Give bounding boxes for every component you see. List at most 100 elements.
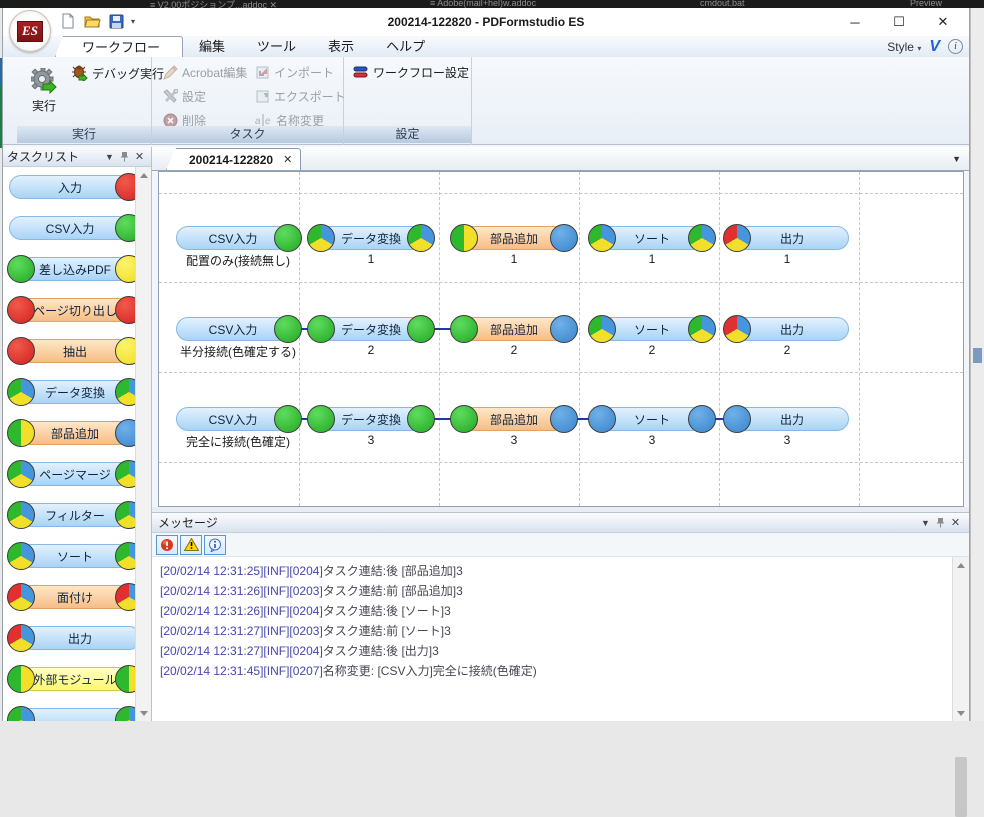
message-close-icon[interactable]: ✕ — [948, 515, 963, 530]
menu-tab-3[interactable]: 表示 — [312, 36, 370, 57]
app-menu-button[interactable]: ES — [9, 10, 51, 52]
tasklist-item-ソート[interactable]: ソート — [9, 543, 135, 569]
connector-left[interactable] — [450, 224, 478, 252]
connector-right[interactable] — [688, 405, 716, 433]
connector-right[interactable] — [115, 255, 135, 283]
connector-left[interactable] — [588, 405, 616, 433]
tasklist-item-データ変換[interactable]: データ変換 — [9, 379, 135, 405]
connector-right[interactable] — [550, 315, 578, 343]
scroll-down-icon[interactable] — [136, 705, 152, 721]
connector-right[interactable] — [115, 296, 135, 324]
scrollbar-thumb[interactable] — [955, 757, 967, 817]
workflow-node-ソート-3[interactable]: ソート — [590, 406, 714, 432]
task-settings-button[interactable]: 設定 — [160, 85, 209, 107]
filter-info-toggle[interactable] — [204, 535, 226, 555]
connector-left[interactable] — [450, 315, 478, 343]
close-button[interactable]: ✕ — [921, 8, 965, 36]
message-pin-icon[interactable] — [933, 515, 948, 530]
connector-right[interactable] — [115, 542, 135, 570]
connector-left[interactable] — [7, 419, 35, 447]
workflow-node-CSV入力-2[interactable]: CSV入力 — [176, 316, 300, 342]
tasklist-item-ページ切り出し[interactable]: ページ切り出し — [9, 297, 135, 323]
tasklist-item-フィルター[interactable]: フィルター — [9, 502, 135, 528]
workflow-node-CSV入力-1[interactable]: CSV入力 — [176, 225, 300, 251]
tasklist-item-partial[interactable] — [9, 707, 135, 721]
tasklist-item-入力[interactable]: 入力 — [9, 174, 135, 200]
connector-left[interactable] — [7, 501, 35, 529]
connector-right[interactable] — [407, 224, 435, 252]
connector-right[interactable] — [115, 378, 135, 406]
tasklist-scrollbar[interactable] — [135, 167, 151, 721]
connector-left[interactable] — [7, 542, 35, 570]
connector-right[interactable] — [115, 460, 135, 488]
document-tab[interactable]: 200214-122820 ✕ — [166, 148, 301, 170]
connector-right[interactable] — [274, 405, 302, 433]
workflow-settings-button[interactable]: ワークフロー設定 — [350, 61, 472, 83]
connector-left[interactable] — [307, 315, 335, 343]
run-button[interactable]: 実行 — [21, 59, 67, 123]
connector-right[interactable] — [550, 405, 578, 433]
connector-right[interactable] — [274, 224, 302, 252]
connector-right[interactable] — [407, 405, 435, 433]
connector-left[interactable] — [7, 460, 35, 488]
workflow-node-部品追加-3[interactable]: 部品追加 — [452, 406, 576, 432]
tasklist-menu-button[interactable]: ▼ — [102, 149, 117, 164]
qat-overflow-button[interactable]: ▾ — [131, 17, 135, 26]
workflow-node-出力-1[interactable]: 出力 — [725, 225, 849, 251]
connector-right[interactable] — [115, 665, 135, 693]
tasklist-item-面付け[interactable]: 面付け — [9, 584, 135, 610]
connector-left[interactable] — [7, 624, 35, 652]
connector-left[interactable] — [723, 405, 751, 433]
message-scrollbar[interactable] — [952, 557, 969, 721]
style-dropdown[interactable]: Style ▾ — [887, 40, 921, 54]
workflow-node-部品追加-1[interactable]: 部品追加 — [452, 225, 576, 251]
workflow-node-ソート-1[interactable]: ソート — [590, 225, 714, 251]
workflow-node-データ変換-2[interactable]: データ変換 — [309, 316, 433, 342]
tasklist-item-CSV入力[interactable]: CSV入力 — [9, 215, 135, 241]
connector-left[interactable] — [7, 337, 35, 365]
connector-right[interactable] — [115, 419, 135, 447]
connector-left[interactable] — [7, 296, 35, 324]
workflow-node-出力-3[interactable]: 出力 — [725, 406, 849, 432]
new-file-button[interactable] — [59, 12, 77, 30]
connector-right[interactable] — [115, 173, 135, 201]
minimize-button[interactable]: ─ — [833, 8, 877, 36]
connector-left[interactable] — [7, 255, 35, 283]
connector-right[interactable] — [407, 315, 435, 343]
maximize-button[interactable]: ☐ — [877, 8, 921, 36]
connector-right[interactable] — [115, 501, 135, 529]
menu-tab-0[interactable]: ワークフロー — [55, 36, 183, 57]
menu-tab-4[interactable]: ヘルプ — [370, 36, 441, 57]
connector-left[interactable] — [307, 405, 335, 433]
info-button[interactable]: i — [948, 39, 963, 54]
connector-left[interactable] — [723, 224, 751, 252]
scroll-down-icon[interactable] — [953, 705, 969, 721]
import-button[interactable]: インポート — [252, 61, 337, 83]
menu-tab-1[interactable]: 編集 — [183, 36, 241, 57]
connector-left[interactable] — [7, 378, 35, 406]
connector-right[interactable] — [550, 224, 578, 252]
tasklist-item-外部モジュール[interactable]: 外部モジュール — [9, 666, 135, 692]
connector-right[interactable] — [115, 583, 135, 611]
workflow-node-CSV入力-3[interactable]: CSV入力 — [176, 406, 300, 432]
connector-right[interactable] — [115, 337, 135, 365]
connector-right[interactable] — [115, 214, 135, 242]
tasklist-item-ページマージ[interactable]: ページマージ — [9, 461, 135, 487]
connector-left[interactable] — [307, 224, 335, 252]
tasklist-item-差し込みPDF[interactable]: 差し込みPDF — [9, 256, 135, 282]
connector-left[interactable] — [723, 315, 751, 343]
save-button[interactable] — [107, 12, 125, 30]
connector-left[interactable] — [7, 665, 35, 693]
workflow-node-データ変換-1[interactable]: データ変換 — [309, 225, 433, 251]
filter-errors-toggle[interactable] — [156, 535, 178, 555]
menu-tab-2[interactable]: ツール — [241, 36, 312, 57]
tasklist-item-抽出[interactable]: 抽出 — [9, 338, 135, 364]
scroll-up-icon[interactable] — [136, 167, 152, 183]
connector-left[interactable] — [588, 224, 616, 252]
export-button[interactable]: エクスポート — [252, 85, 349, 107]
tasklist-close-icon[interactable]: ✕ — [132, 149, 147, 164]
filter-warnings-toggle[interactable] — [180, 535, 202, 555]
workflow-canvas[interactable]: CSV入力配置のみ(接続無し)データ変換1部品追加1ソート1出力1CSV入力半分… — [158, 171, 964, 507]
tasklist-item-出力[interactable]: 出力 — [9, 625, 135, 651]
connector-left[interactable] — [450, 405, 478, 433]
